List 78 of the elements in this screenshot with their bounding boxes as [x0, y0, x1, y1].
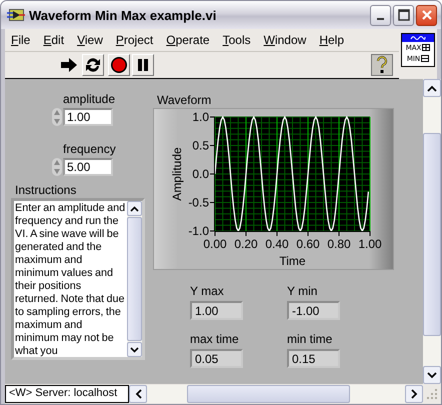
down-chevron-icon	[427, 372, 437, 378]
x-tick-label: 1.00	[358, 237, 382, 251]
abort-button[interactable]	[108, 54, 130, 76]
close-icon	[420, 9, 432, 21]
scroll-thumb[interactable]	[127, 217, 142, 341]
menu-item[interactable]: Edit	[43, 33, 64, 47]
cycle-arrows-icon	[84, 56, 102, 74]
pause-icon	[136, 58, 150, 72]
x-tick-label: 0.80	[327, 237, 351, 251]
numeric-indicator: -1.00	[287, 301, 340, 320]
y-tick-label: 0.0	[192, 167, 209, 181]
wave-icon	[410, 35, 426, 41]
down-chevron-icon	[130, 346, 139, 352]
horizontal-scrollbar[interactable]	[129, 385, 423, 403]
scroll-thumb[interactable]	[187, 385, 350, 403]
numeric-field[interactable]: 1.00	[63, 108, 113, 126]
maximize-button[interactable]	[393, 4, 414, 26]
scroll-thumb[interactable]	[423, 133, 441, 336]
scroll-right-button[interactable]	[405, 385, 423, 403]
menu-item[interactable]: File	[11, 33, 30, 47]
numeric-indicator: 0.05	[190, 349, 243, 368]
scroll-up-button[interactable]	[127, 201, 142, 216]
question-mark-icon	[375, 56, 389, 74]
indicator-label: min time	[287, 332, 334, 346]
stop-sign-icon	[110, 56, 128, 74]
pause-button[interactable]	[132, 54, 154, 76]
scroll-left-button[interactable]	[129, 385, 147, 403]
y-tick-label: 0.5	[192, 138, 209, 152]
minimize-icon	[377, 18, 384, 20]
grid-icon	[421, 55, 430, 62]
numeric-field[interactable]: 5.00	[63, 158, 113, 176]
help-button[interactable]	[371, 54, 393, 76]
vertical-scrollbar[interactable]	[127, 201, 142, 357]
menu-item[interactable]: Help	[319, 33, 344, 47]
indicator-label: Y max	[190, 284, 225, 298]
up-chevron-icon	[427, 84, 437, 92]
scroll-down-button[interactable]	[127, 342, 142, 357]
scroll-down-button[interactable]	[423, 366, 441, 384]
minimize-button[interactable]	[370, 4, 391, 26]
y-tick-label: 1.0	[192, 110, 209, 124]
numeric-indicator: 1.00	[190, 301, 243, 320]
numeric-indicator: 0.15	[287, 349, 340, 368]
vi-file-icon	[7, 8, 25, 22]
window-title: Waveform Min Max example.vi	[29, 8, 218, 22]
grid-icon	[422, 44, 430, 51]
x-axis-title: Time	[279, 254, 306, 268]
y-tick-label: -1.0	[188, 224, 209, 238]
control-label: frequency	[63, 142, 116, 156]
graph-label: Waveform	[157, 93, 212, 107]
indicator-label: Y min	[287, 284, 318, 298]
menu-item[interactable]: Operate	[166, 33, 210, 47]
scroll-up-button[interactable]	[423, 79, 441, 97]
y-tick-label: -0.5	[188, 196, 209, 210]
control-label: amplitude	[63, 92, 116, 106]
server-status: <W> Server: localhost	[5, 385, 129, 403]
spinner-arrows-icon	[52, 158, 62, 176]
x-tick-label: 0.40	[265, 237, 289, 251]
menu-item[interactable]: Window	[264, 33, 306, 47]
menu-item[interactable]: Project	[116, 33, 154, 47]
left-chevron-icon	[134, 389, 142, 399]
up-chevron-icon	[130, 206, 139, 212]
x-tick-label: 0.60	[296, 237, 320, 251]
run-arrow-icon	[60, 58, 78, 72]
indicator-label: max time	[190, 332, 240, 346]
spinner-arrows-icon	[52, 108, 62, 126]
menu-item[interactable]: View	[77, 33, 103, 47]
maximize-icon	[398, 9, 410, 21]
x-tick-label: 0.20	[234, 237, 258, 251]
instructions-label: Instructions	[15, 183, 76, 197]
close-button[interactable]	[416, 4, 437, 26]
resize-grip-icon[interactable]	[425, 387, 439, 401]
y-axis-title: Amplitude	[170, 147, 184, 201]
x-tick-label: 0.00	[203, 237, 227, 251]
run-continuously-button[interactable]	[82, 54, 104, 76]
right-chevron-icon	[410, 389, 418, 399]
vertical-scrollbar[interactable]	[423, 79, 441, 384]
instructions-text: Enter an amplitude and frequency and run the VI. A sine wave will be generated and the maximum and minimum values and their positions returned. Note that due to sampling errors, the maximum and minimum may not be what you	[14, 201, 126, 357]
menu-item[interactable]: Tools	[222, 33, 251, 47]
